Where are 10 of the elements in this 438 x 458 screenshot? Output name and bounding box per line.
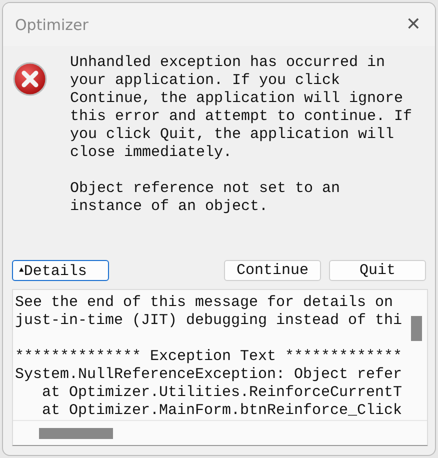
scrollbar-thumb[interactable] xyxy=(411,316,422,341)
error-icon xyxy=(13,62,47,96)
close-button[interactable]: ✕ xyxy=(400,12,427,37)
dialog-button[interactable]: Quit xyxy=(329,260,426,281)
dialog-button[interactable]: Continue xyxy=(224,260,321,281)
window-title: Optimizer xyxy=(15,16,88,34)
error-message: Unhandled exception has occurred in your application. If you click Continue, the application will ignore this error and attempt to continue. If you click Quit, the application will close immediately. Object reference not set to an instance of an object. xyxy=(70,54,412,217)
scrollbar-thumb[interactable] xyxy=(39,428,113,439)
details-button[interactable]: $^{▲}$Details xyxy=(12,260,109,281)
details-text-area[interactable]: See the end of this message for details on just-in-time (JIT) debugging instead of thi ************** Exception Text ************* System.NullReferenceException: Object refer at Optimizer.Utilities.ReinforceCurrentT at Optimizer.MainForm.btnReinforce_Click xyxy=(12,289,428,446)
